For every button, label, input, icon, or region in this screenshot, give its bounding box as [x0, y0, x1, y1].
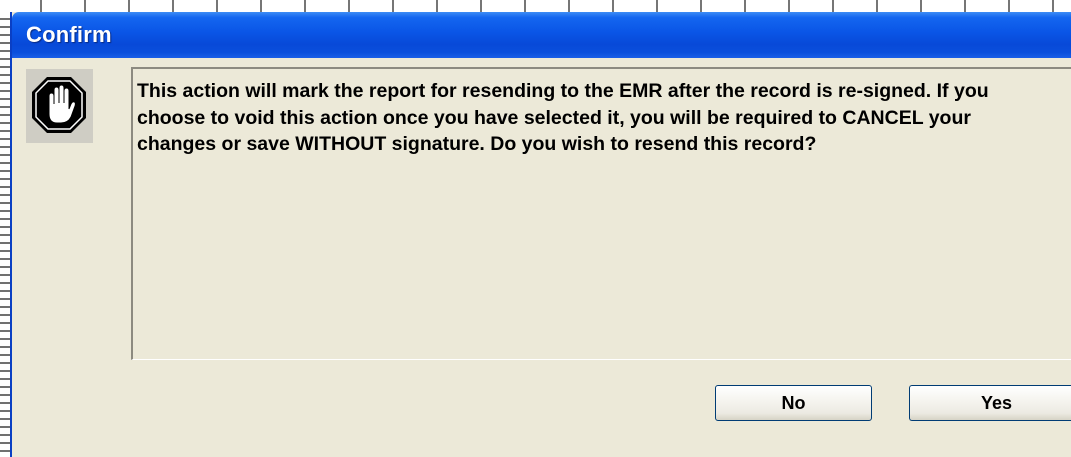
yes-button[interactable]: Yes	[909, 385, 1071, 421]
stop-hand-icon	[26, 69, 93, 143]
no-button[interactable]: No	[715, 385, 872, 421]
screen: Confirm This action will mark the report…	[0, 0, 1071, 457]
dialog-title: Confirm	[26, 22, 112, 47]
dialog-titlebar[interactable]: Confirm	[12, 12, 1071, 58]
message-panel: This action will mark the report for res…	[131, 67, 1071, 360]
confirm-dialog: Confirm This action will mark the report…	[10, 12, 1071, 457]
confirm-message: This action will mark the report for res…	[137, 80, 989, 155]
background-window-edge-left	[0, 12, 10, 457]
background-window-edge	[0, 0, 1071, 12]
stop-hand-icon-graphic	[32, 77, 86, 133]
